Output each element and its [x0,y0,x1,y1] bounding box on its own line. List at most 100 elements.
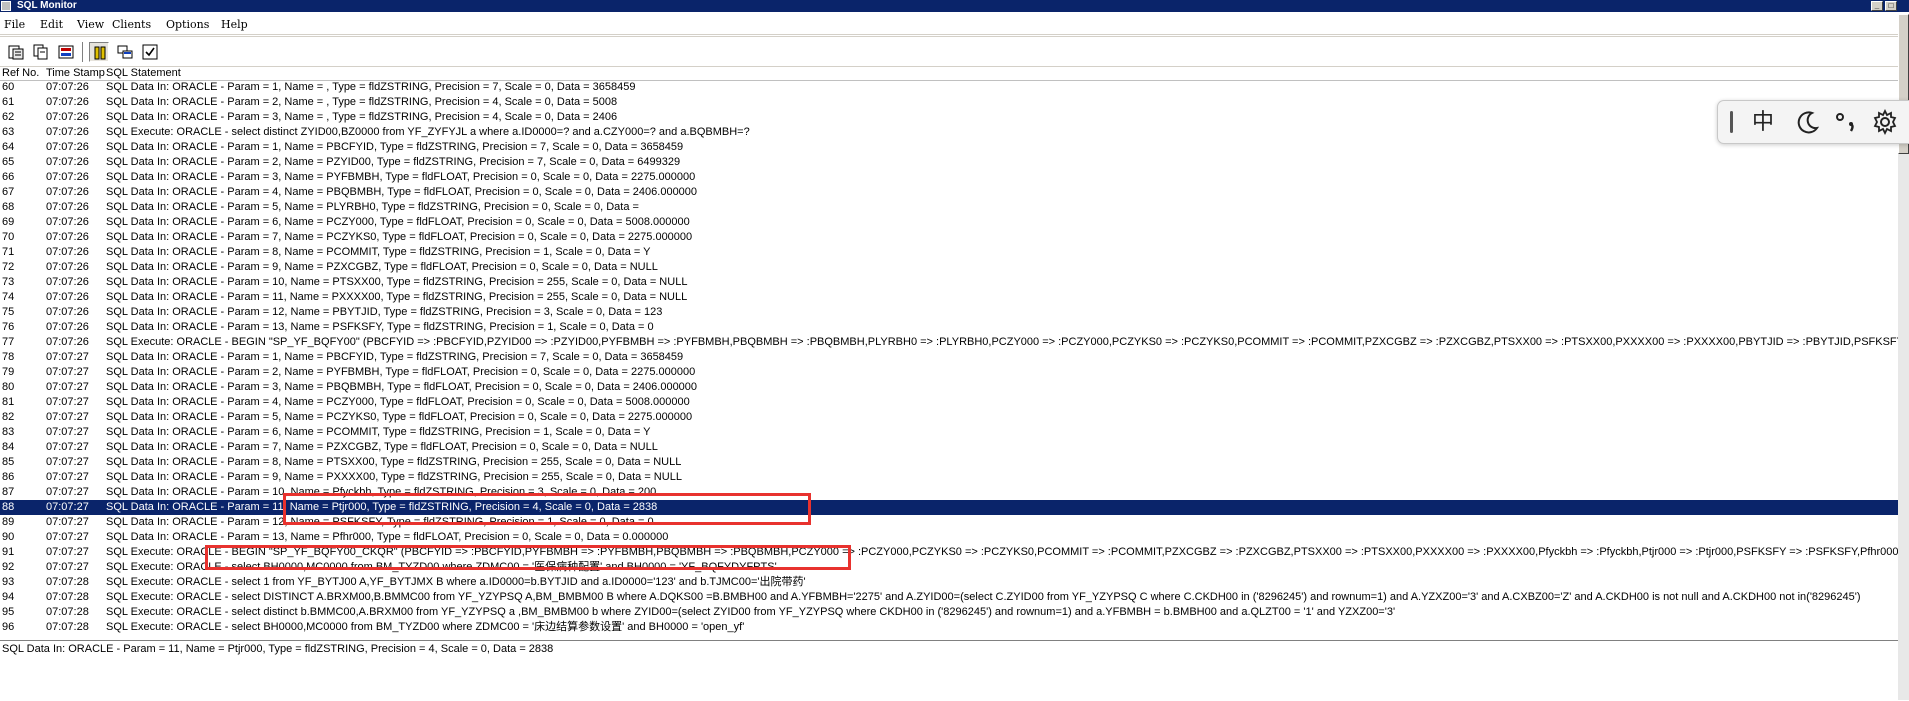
log-row[interactable]: 94 07:07:28 SQL Execute: ORACLE - select D… [0,590,1898,605]
log-row[interactable]: 82 07:07:27 SQL Data In: ORACLE - Param = … [0,410,1898,425]
minimize-button[interactable]: _ [1871,1,1883,11]
log-row[interactable]: 74 07:07:26 SQL Data In: ORACLE - Param = … [0,290,1898,305]
log-row[interactable]: 77 07:07:26 SQL Execute: ORACLE - BEGIN "S… [0,335,1898,350]
ime-drag-handle[interactable] [1730,111,1733,133]
log-time-stamp: 07:07:26 [46,201,89,213]
log-sql-statement: SQL Data In: ORACLE - Param = 9, Name = … [106,471,682,483]
log-ref-no: 87 [2,486,15,498]
log-ref-no: 74 [2,291,15,303]
clear-icon[interactable] [56,42,76,62]
ime-mode-toggle[interactable]: 中 [1752,109,1774,135]
log-row[interactable]: 86 07:07:27 SQL Data In: ORACLE - Param = … [0,470,1898,485]
options-icon[interactable] [140,42,160,62]
log-row[interactable]: 93 07:07:28 SQL Execute: ORACLE - select 1… [0,575,1898,590]
log-sql-statement: SQL Data In: ORACLE - Param = 7, Name = … [106,441,658,453]
moon-icon[interactable] [1795,109,1821,138]
log-time-stamp: 07:07:27 [46,561,89,573]
log-time-stamp: 07:07:26 [46,96,89,108]
log-sql-statement: SQL Data In: ORACLE - Param = 13, Name =… [106,531,669,543]
log-row[interactable]: 65 07:07:26 SQL Data In: ORACLE - Param = … [0,155,1898,170]
app-icon [1,1,11,11]
log-row[interactable]: 63 07:07:26 SQL Execute: ORACLE - select d… [0,125,1898,140]
maximize-button[interactable]: □ [1885,1,1897,11]
log-row[interactable]: 67 07:07:26 SQL Data In: ORACLE - Param = … [0,185,1898,200]
log-ref-no: 78 [2,351,15,363]
gear-icon[interactable] [1872,108,1898,138]
log-ref-no: 66 [2,171,15,183]
log-row[interactable]: 95 07:07:28 SQL Execute: ORACLE - select d… [0,605,1898,620]
header-ref-no[interactable]: Ref No. [2,67,39,80]
log-time-stamp: 07:07:27 [46,351,89,363]
log-ref-no: 71 [2,246,15,258]
log-row[interactable]: 83 07:07:27 SQL Data In: ORACLE - Param = … [0,425,1898,440]
menu-clients[interactable]: Clients [112,18,151,31]
log-ref-no: 83 [2,426,15,438]
log-ref-no: 80 [2,381,15,393]
log-ref-no: 73 [2,276,15,288]
log-row[interactable]: 72 07:07:26 SQL Data In: ORACLE - Param = … [0,260,1898,275]
punctuation-icon[interactable] [1833,109,1859,138]
log-sql-statement: SQL Data In: ORACLE - Param = 8, Name = … [106,456,682,468]
menu-options[interactable]: Options [166,18,209,31]
log-sql-statement: SQL Execute: ORACLE - select BH0000,MC00… [106,621,745,633]
title-bar[interactable]: SQL Monitor _ □ [0,0,1909,12]
log-time-stamp: 07:07:26 [46,306,89,318]
log-ref-no: 84 [2,441,15,453]
log-time-stamp: 07:07:26 [46,321,89,333]
log-row[interactable]: 84 07:07:27 SQL Data In: ORACLE - Param = … [0,440,1898,455]
log-row[interactable]: 80 07:07:27 SQL Data In: ORACLE - Param = … [0,380,1898,395]
log-time-stamp: 07:07:26 [46,276,89,288]
open-log-icon[interactable] [6,42,26,62]
copy-icon[interactable] [31,42,51,62]
log-sql-statement: SQL Execute: ORACLE - select distinct ZY… [106,126,750,138]
log-time-stamp: 07:07:27 [46,471,89,483]
log-row[interactable]: 79 07:07:27 SQL Data In: ORACLE - Param = … [0,365,1898,380]
clients-icon[interactable] [115,42,135,62]
log-time-stamp: 07:07:27 [46,381,89,393]
log-row[interactable]: 71 07:07:26 SQL Data In: ORACLE - Param = … [0,245,1898,260]
log-sql-statement: SQL Data In: ORACLE - Param = 11, Name =… [106,291,688,303]
log-row[interactable]: 60 07:07:26 SQL Data In: ORACLE - Param = … [0,80,1898,95]
log-sql-statement: SQL Execute: ORACLE - select 1 from YF_B… [106,576,806,588]
header-sql-statement[interactable]: SQL Statement [106,67,181,80]
log-ref-no: 65 [2,156,15,168]
log-time-stamp: 07:07:27 [46,396,89,408]
log-row[interactable]: 90 07:07:27 SQL Data In: ORACLE - Param = … [0,530,1898,545]
log-time-stamp: 07:07:26 [46,81,89,93]
detail-pane: SQL Data In: ORACLE - Param = 11, Name =… [0,640,1898,701]
log-row[interactable]: 78 07:07:27 SQL Data In: ORACLE - Param = … [0,350,1898,365]
log-row[interactable]: 66 07:07:26 SQL Data In: ORACLE - Param = … [0,170,1898,185]
log-row[interactable]: 76 07:07:26 SQL Data In: ORACLE - Param = … [0,320,1898,335]
log-sql-statement: SQL Data In: ORACLE - Param = 1, Name = … [106,141,684,153]
log-row[interactable]: 73 07:07:26 SQL Data In: ORACLE - Param = … [0,275,1898,290]
header-time-stamp[interactable]: Time Stamp [46,67,105,80]
log-ref-no: 69 [2,216,15,228]
log-row[interactable]: 81 07:07:27 SQL Data In: ORACLE - Param = … [0,395,1898,410]
log-ref-no: 95 [2,606,15,618]
log-row[interactable]: 96 07:07:28 SQL Execute: ORACLE - select B… [0,620,1898,635]
column-header: Ref No. Time Stamp SQL Statement [0,67,1898,81]
menu-help[interactable]: Help [221,18,248,31]
log-row[interactable]: 68 07:07:26 SQL Data In: ORACLE - Param = … [0,200,1898,215]
log-time-stamp: 07:07:28 [46,591,89,603]
menu-view[interactable]: View [77,18,104,31]
log-row[interactable]: 62 07:07:26 SQL Data In: ORACLE - Param = … [0,110,1898,125]
log-time-stamp: 07:07:26 [46,246,89,258]
menu-file[interactable]: File [4,18,25,31]
log-ref-no: 81 [2,396,15,408]
log-row[interactable]: 85 07:07:27 SQL Data In: ORACLE - Param = … [0,455,1898,470]
log-row[interactable]: 70 07:07:26 SQL Data In: ORACLE - Param = … [0,230,1898,245]
menu-edit[interactable]: Edit [40,18,63,31]
log-sql-statement: SQL Data In: ORACLE - Param = 7, Name = … [106,231,693,243]
log-sql-statement: SQL Data In: ORACLE - Param = 2, Name = … [106,156,681,168]
log-row[interactable]: 64 07:07:26 SQL Data In: ORACLE - Param = … [0,140,1898,155]
log-row[interactable]: 75 07:07:26 SQL Data In: ORACLE - Param = … [0,305,1898,320]
log-time-stamp: 07:07:26 [46,261,89,273]
log-time-stamp: 07:07:26 [46,336,89,348]
log-sql-statement: SQL Data In: ORACLE - Param = 3, Name = … [106,381,698,393]
highlight-box-procedure [205,545,851,570]
log-sql-statement: SQL Data In: ORACLE - Param = 6, Name = … [106,216,690,228]
log-row[interactable]: 61 07:07:26 SQL Data In: ORACLE - Param = … [0,95,1898,110]
pause-icon[interactable] [89,42,109,62]
log-row[interactable]: 69 07:07:26 SQL Data In: ORACLE - Param = … [0,215,1898,230]
